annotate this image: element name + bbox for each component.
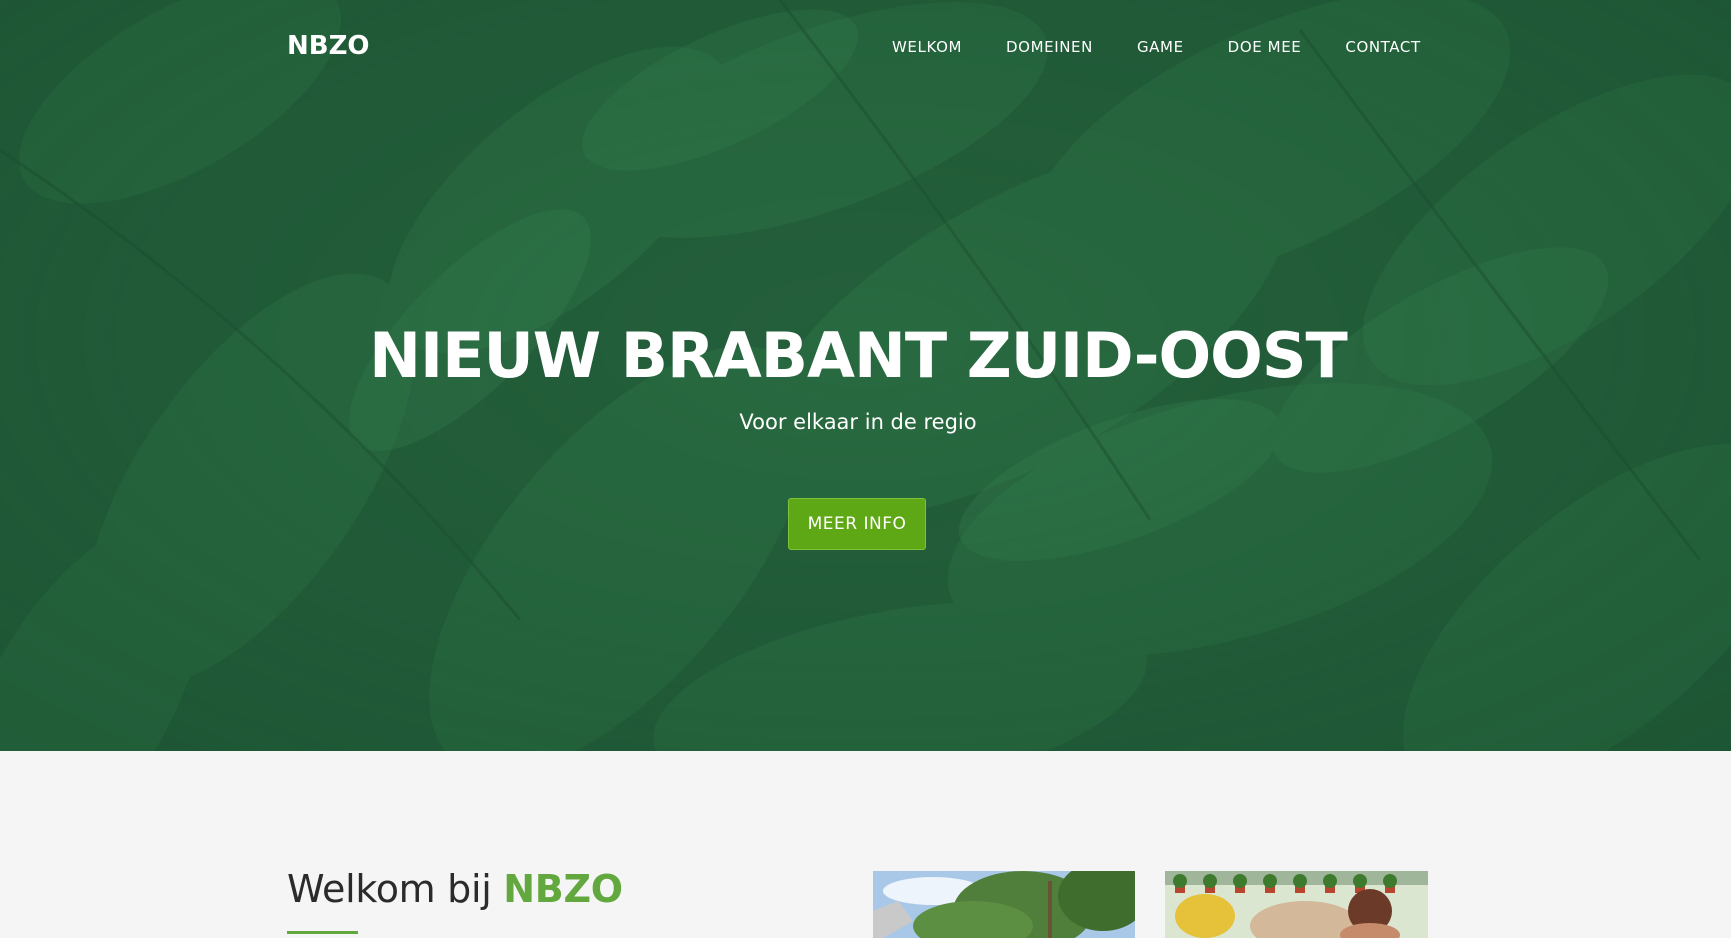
welcome-section: Welkom bij NBZO (0, 751, 1731, 938)
nav-item-contact[interactable]: CONTACT (1323, 38, 1442, 56)
greenhouse-photo (1165, 871, 1428, 938)
nav-item-welkom[interactable]: WELKOM (870, 38, 984, 56)
top-navigation: NBZO WELKOM DOMEINEN GAME DOE MEE CONTAC… (0, 0, 1731, 95)
welcome-heading: Welkom bij NBZO (287, 867, 623, 911)
nav-item-game[interactable]: GAME (1115, 38, 1206, 56)
hero-section: NBZO WELKOM DOMEINEN GAME DOE MEE CONTAC… (0, 0, 1731, 751)
brand-logo[interactable]: NBZO (287, 31, 370, 61)
hero-subtitle: Voor elkaar in de regio (739, 410, 977, 434)
nav-item-domeinen[interactable]: DOMEINEN (984, 38, 1115, 56)
garden-photo (873, 871, 1135, 938)
nav-item-doe-mee[interactable]: DOE MEE (1206, 38, 1324, 56)
heading-underline (287, 931, 358, 934)
nav-menu: WELKOM DOMEINEN GAME DOE MEE CONTACT (870, 38, 1443, 56)
welcome-heading-prefix: Welkom bij (287, 867, 504, 911)
meer-info-button[interactable]: MEER INFO (788, 498, 926, 550)
welcome-heading-accent: NBZO (503, 867, 623, 911)
hero-title: NIEUW BRABANT ZUID-OOST (369, 319, 1348, 392)
